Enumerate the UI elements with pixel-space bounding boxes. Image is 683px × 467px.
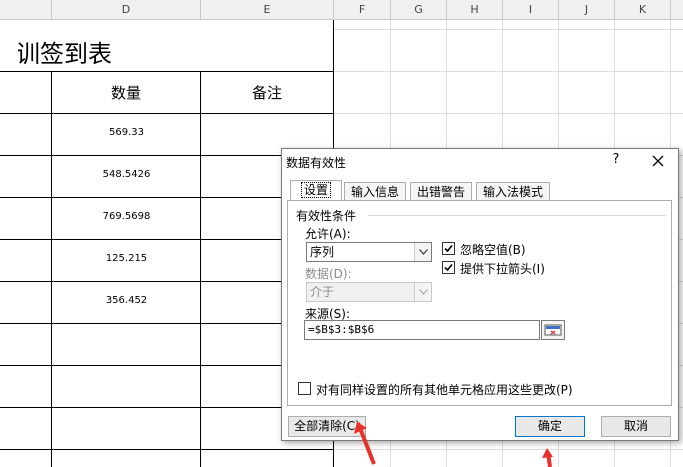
column-header-f[interactable]: F [334, 0, 391, 20]
ignore-blank-label: 忽略空值(B) [460, 243, 526, 257]
column-header-g[interactable]: G [391, 0, 447, 20]
dialog-title: 数据有效性 [286, 156, 347, 170]
source-input[interactable]: =$B$3:$B$6 [304, 320, 540, 340]
chevron-down-icon [419, 249, 428, 255]
tab-ime-mode[interactable]: 输入法模式 [476, 182, 550, 201]
column-header-j[interactable]: J [559, 0, 615, 20]
range-selector-button[interactable] [541, 320, 565, 340]
checkmark-icon [444, 244, 453, 253]
range-select-icon [544, 324, 562, 336]
sheet-title: 培训签到表 [0, 40, 112, 68]
data-label: 数据(D): [305, 267, 352, 281]
header-quantity: 数量 [110, 84, 141, 102]
allow-label: 允许(A): [305, 227, 351, 241]
apply-all-checkbox[interactable] [298, 382, 311, 395]
cancel-button[interactable]: 取消 [601, 416, 671, 437]
dropdown-label: 提供下拉箭头(I) [460, 262, 545, 276]
annotation-arrow-icon [542, 448, 553, 467]
tab-settings[interactable]: 设置 [290, 180, 342, 201]
column-header-bar: D E F G H I J K [0, 0, 683, 20]
validation-criteria-label: 有效性条件 [296, 209, 357, 223]
column-header-h[interactable]: H [447, 0, 503, 20]
header-note: 备注 [251, 84, 282, 102]
settings-panel: 有效性条件 允许(A): 序列 数据(D): 介于 忽略空值(B) 提供下拉箭头… [287, 200, 672, 406]
quantity-cell[interactable]: 548.5426 [52, 169, 201, 180]
column-header-k[interactable]: K [615, 0, 671, 20]
data-select[interactable]: 介于 [306, 282, 432, 302]
dropdown-checkbox[interactable] [442, 261, 455, 274]
data-validation-dialog: 数据有效性 ? 设置 输入信息 出错警告 输入法模式 有效性条件 允许(A): … [281, 148, 679, 441]
column-header-e[interactable]: E [201, 0, 334, 20]
quantity-cell[interactable]: 356.452 [52, 295, 201, 306]
quantity-cell[interactable]: 769.5698 [52, 211, 201, 222]
quantity-cell[interactable]: 569.33 [52, 127, 201, 138]
annotation-arrow-icon [354, 422, 376, 465]
column-header-i[interactable]: I [503, 0, 559, 20]
allow-select[interactable]: 序列 [306, 242, 432, 262]
close-icon [652, 155, 664, 167]
column-header-d[interactable]: D [52, 0, 201, 20]
tab-input-message[interactable]: 输入信息 [344, 182, 406, 201]
close-button[interactable] [648, 151, 668, 171]
column-header-c[interactable] [0, 0, 52, 20]
quantity-cell[interactable]: 125.215 [52, 253, 201, 264]
chevron-down-icon [419, 289, 428, 295]
apply-all-label: 对有同样设置的所有其他单元格应用这些更改(P) [316, 383, 573, 397]
ok-button[interactable]: 确定 [515, 416, 585, 437]
ignore-blank-checkbox[interactable] [442, 242, 455, 255]
help-button[interactable]: ? [608, 152, 624, 170]
checkmark-icon [444, 263, 453, 272]
tab-error-alert[interactable]: 出错警告 [410, 182, 472, 201]
